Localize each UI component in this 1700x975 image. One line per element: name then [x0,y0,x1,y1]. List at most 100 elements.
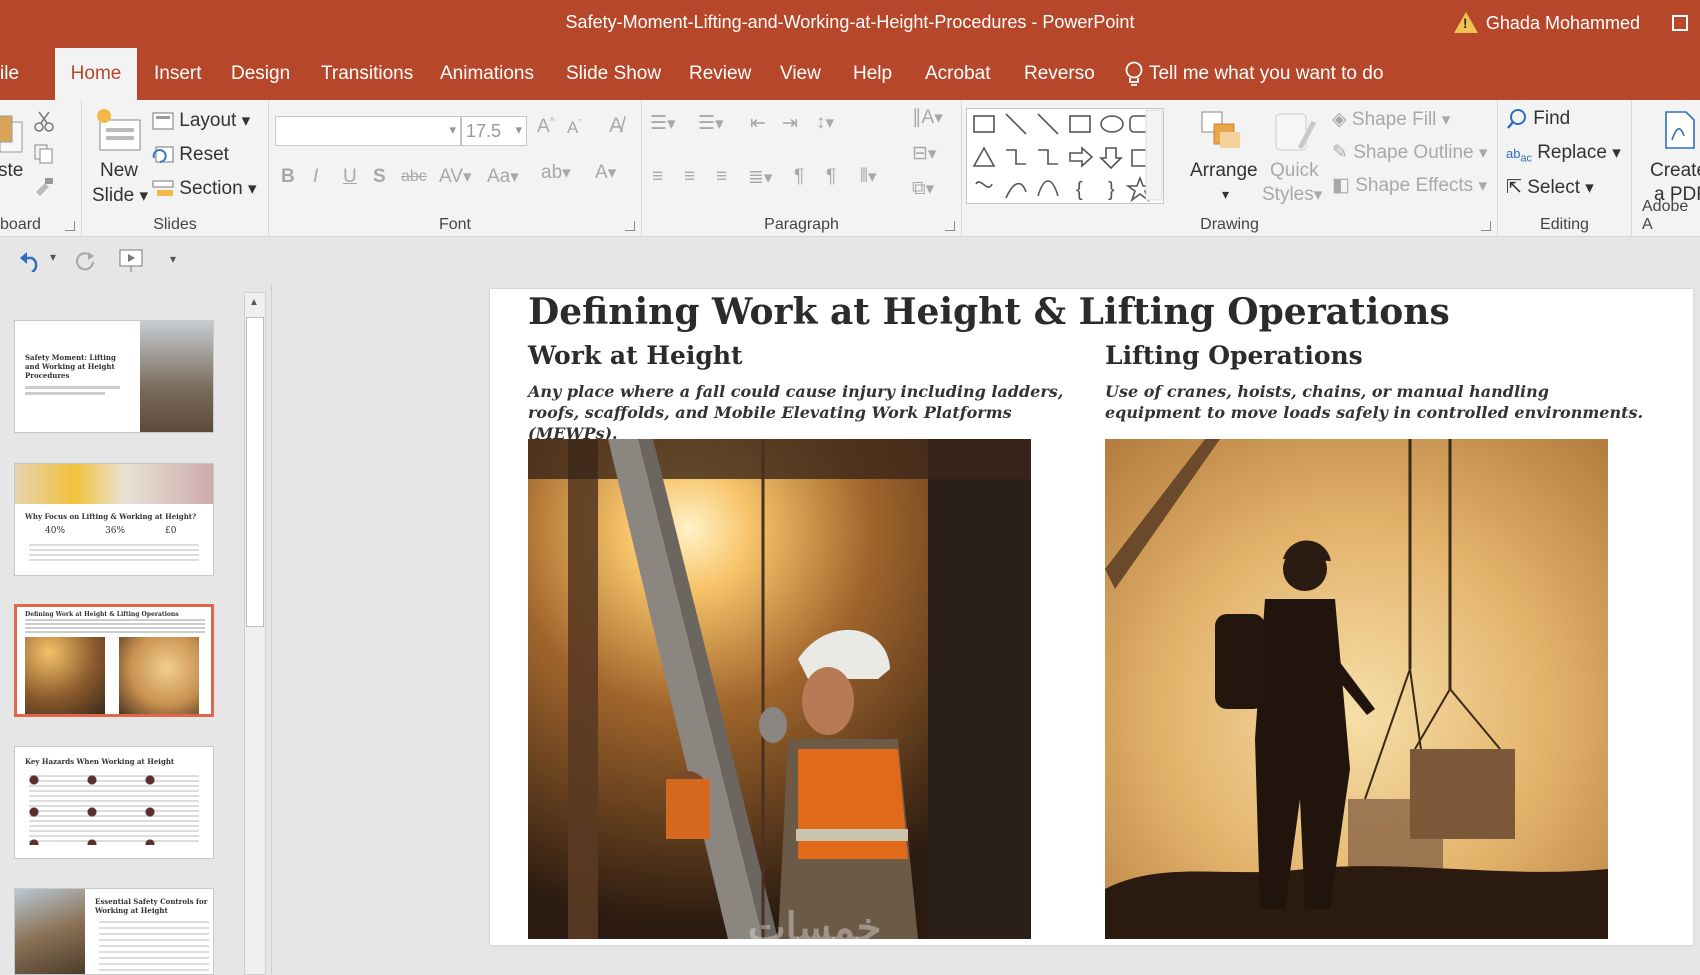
decrease-indent-icon[interactable]: ⇤ [750,112,766,135]
redo-icon[interactable] [74,250,96,272]
slide-canvas[interactable]: Defining Work at Height & Lifting Operat… [490,289,1693,945]
work-at-height-description[interactable]: Any place where a fall could cause injur… [528,381,1088,444]
svg-text:{: { [1076,179,1083,201]
line-spacing-icon[interactable]: ↕▾ [816,112,834,134]
shape-outline-button[interactable]: ✎ Shape Outline ▾ [1332,141,1487,164]
font-launcher-icon[interactable] [625,221,635,231]
create-pdf-icon[interactable] [1662,110,1700,150]
lifting-operations-description[interactable]: Use of cranes, hoists, chains, or manual… [1105,381,1645,423]
shadow-icon[interactable]: S [373,166,386,188]
slide-thumbnail-4[interactable]: Key Hazards When Working at Height [14,746,214,859]
columns-icon[interactable]: ⫴▾ [860,166,877,188]
ltr-icon[interactable]: ¶ [794,166,804,188]
scrollbar-thumb[interactable] [246,317,264,627]
drawing-launcher-icon[interactable] [1481,221,1491,231]
start-from-beginning-icon[interactable] [118,248,146,274]
align-left-icon[interactable]: ≡ [652,166,663,188]
thumbnail-photo [119,637,199,714]
shape-effects-button[interactable]: ◧ Shape Effects ▾ [1332,174,1487,197]
font-size-combobox[interactable]: 17.5 ▾ [461,116,527,146]
align-right-icon[interactable]: ≡ [716,166,727,188]
arrange-button[interactable]: Arrange [1190,160,1258,182]
arrange-icon[interactable] [1198,108,1244,152]
underline-icon[interactable]: U [343,166,357,188]
justify-icon[interactable]: ≣▾ [748,166,772,189]
select-button[interactable]: ⇱ Select ▾ [1506,176,1594,199]
paste-icon[interactable] [0,112,28,156]
copy-icon[interactable] [33,143,55,165]
new-slide-button[interactable]: Slide ▾ [92,185,148,207]
slide-thumbnail-1[interactable]: Safety Moment: Lifting and Working at He… [14,320,214,433]
work-at-height-photo[interactable] [528,439,1031,939]
tab-insert[interactable]: Insert [140,48,216,100]
quick-styles-label-1[interactable]: Quick [1270,160,1319,182]
paste-button[interactable]: ste [0,160,23,182]
increase-font-size-icon[interactable]: A^ [537,116,554,138]
tab-transitions[interactable]: Transitions [307,48,427,100]
customize-qat-icon[interactable]: ▾ [170,252,176,266]
new-slide-label-1[interactable]: New [100,160,138,182]
slide-title[interactable]: Defining Work at Height & Lifting Operat… [528,291,1450,333]
tab-slide-show[interactable]: Slide Show [552,48,675,100]
restore-window-icon[interactable] [1672,15,1688,31]
bold-icon[interactable]: B [281,166,295,188]
quick-styles-icon[interactable] [1270,108,1318,156]
italic-icon[interactable]: I [313,166,318,188]
format-painter-icon[interactable] [33,176,55,198]
smartart-icon[interactable]: ⧉▾ [912,178,934,200]
find-button[interactable]: Find [1506,108,1570,130]
align-center-icon[interactable]: ≡ [684,166,695,188]
scroll-up-icon[interactable]: ▲ [249,297,259,308]
lifting-operations-photo[interactable] [1105,439,1608,939]
increase-indent-icon[interactable]: ⇥ [782,112,798,135]
tab-animations[interactable]: Animations [426,48,548,100]
numbering-icon[interactable]: ☰▾ [698,112,724,135]
user-account[interactable]: Ghada Mohammed [1453,12,1640,34]
new-slide-icon[interactable] [94,106,142,154]
reset-button[interactable]: Reset [152,144,229,166]
tab-review[interactable]: Review [675,48,765,100]
paragraph-launcher-icon[interactable] [945,221,955,231]
group-adobe: Create a PDF Adobe A [1632,100,1700,237]
thumbnail-scrollbar[interactable]: ▲ [244,292,266,975]
undo-icon[interactable] [18,250,44,272]
highlight-icon[interactable]: ab▾ [541,162,571,184]
cut-icon[interactable] [33,110,55,132]
create-pdf-label-1[interactable]: Create [1650,160,1700,182]
tab-acrobat[interactable]: Acrobat [911,48,1004,100]
tab-help[interactable]: Help [839,48,906,100]
change-case-icon[interactable]: Aa▾ [487,166,519,188]
section-button[interactable]: Section ▾ [152,178,256,200]
text-direction-icon[interactable]: ∥A▾ [912,106,943,129]
tab-design[interactable]: Design [217,48,304,100]
tab-file[interactable]: ile [0,48,33,100]
font-color-icon[interactable]: A▾ [595,162,616,184]
bullets-icon[interactable]: ☰▾ [650,112,676,135]
layout-button[interactable]: Layout ▾ [152,110,250,132]
undo-dropdown-icon[interactable]: ▾ [50,250,56,264]
lifting-operations-heading[interactable]: Lifting Operations [1105,341,1363,370]
quick-styles-button[interactable]: Styles▾ [1262,184,1322,206]
tab-view[interactable]: View [766,48,835,100]
tab-home[interactable]: Home [55,48,137,100]
tell-me-search[interactable]: Tell me what you want to do [1110,48,1397,100]
clipboard-launcher-icon[interactable] [65,221,75,231]
rtl-icon[interactable]: ¶ [826,166,836,188]
tab-reverso[interactable]: Reverso [1010,48,1109,100]
font-name-combobox[interactable]: ▾ [275,116,461,146]
work-at-height-heading[interactable]: Work at Height [528,341,743,370]
decrease-font-size-icon[interactable]: Aˇ [567,118,582,138]
strikethrough-icon[interactable]: abc [401,168,427,186]
align-text-icon[interactable]: ⊟▾ [912,142,936,165]
shape-fill-button[interactable]: ◈ Shape Fill ▾ [1332,108,1450,131]
section-icon [152,180,174,196]
shapes-gallery[interactable]: {} [966,108,1166,204]
slide-thumbnail-3-selected[interactable]: Defining Work at Height & Lifting Operat… [14,604,214,717]
character-spacing-icon[interactable]: AV▾ [439,166,471,188]
replace-button[interactable]: abac Replace ▾ [1506,142,1621,165]
slide-thumbnail-5[interactable]: Essential Safety Controls for Working at… [14,888,214,975]
clear-formatting-icon[interactable]: A̸ [609,114,623,138]
group-drawing: {} Arrange ▾ Quick Styles▾ ◈ Shape Fill … [962,100,1498,237]
slide-thumbnail-2[interactable]: Why Focus on Lifting & Working at Height… [14,463,214,576]
group-label: Slides [153,216,197,233]
